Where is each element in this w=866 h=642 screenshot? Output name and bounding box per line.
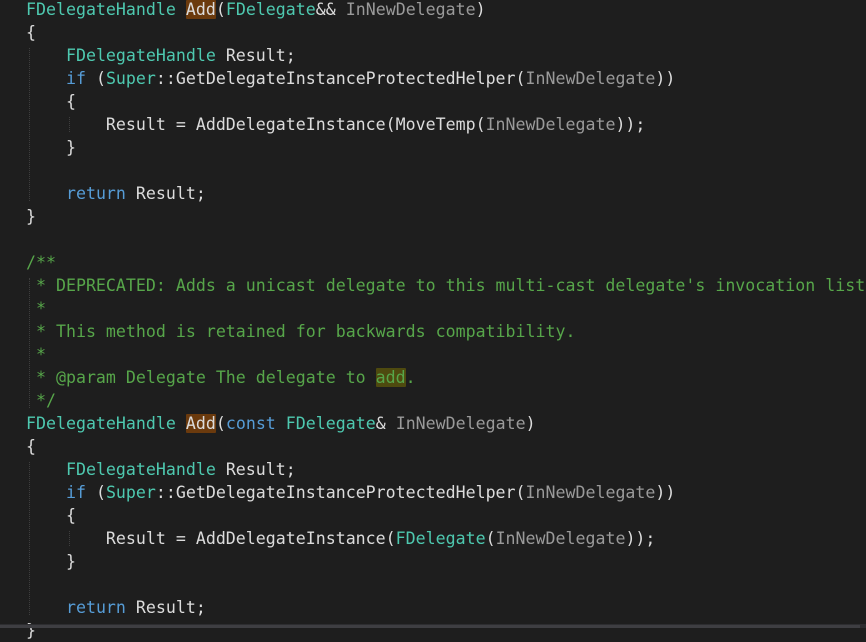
code-token: return	[65, 184, 126, 203]
code-line[interactable]: return Result;	[26, 596, 206, 619]
code-line[interactable]: Result = AddDelegateInstance(MoveTemp(In…	[26, 113, 646, 136]
code-line[interactable]: * This method is retained for backwards …	[26, 320, 575, 343]
code-line[interactable]: }	[26, 205, 36, 228]
code-line[interactable]: }	[26, 619, 36, 642]
code-line[interactable]: FDelegateHandle Add(FDelegate&& InNewDel…	[26, 0, 486, 21]
code-line[interactable]: return Result;	[26, 182, 206, 205]
code-token: ));	[625, 529, 656, 548]
code-token: .	[405, 368, 416, 387]
code-token: Super	[105, 69, 156, 88]
code-token: Result = AddDelegateInstance(	[26, 529, 396, 548]
code-token: if	[65, 483, 86, 502]
code-token: Result;	[215, 460, 296, 479]
code-line[interactable]: /**	[26, 251, 56, 274]
code-token: ))	[655, 69, 676, 88]
code-token: InNewDelegate	[485, 115, 616, 134]
code-line[interactable]: {	[26, 90, 76, 113]
indent-guide	[29, 48, 30, 201]
code-token: /**	[26, 253, 56, 272]
code-token: Add	[185, 0, 216, 19]
code-token: InNewDelegate	[395, 414, 526, 433]
code-line[interactable]: Result = AddDelegateInstance(FDelegate(I…	[26, 527, 656, 550]
code-token: Super	[105, 483, 156, 502]
code-token: InNewDelegate	[525, 69, 656, 88]
code-token: FDelegateHandle	[65, 460, 216, 479]
code-token: InNewDelegate	[525, 483, 656, 502]
code-token: Result = AddDelegateInstance(MoveTemp(	[26, 115, 486, 134]
code-token: {	[26, 92, 76, 111]
code-token: */	[26, 391, 56, 410]
code-token: ))	[655, 483, 676, 502]
code-line[interactable]: * @param Delegate The delegate to add.	[26, 366, 416, 389]
code-token: ::GetDelegateInstanceProtectedHelper(	[155, 69, 526, 88]
code-token: (	[215, 414, 226, 433]
code-token: Result;	[215, 46, 296, 65]
indent-guide	[29, 278, 30, 408]
code-token: (	[85, 483, 106, 502]
indent-guide	[69, 117, 70, 132]
code-token: FDelegateHandle	[65, 46, 216, 65]
code-token: add	[375, 368, 406, 387]
code-token: Add	[185, 414, 216, 433]
code-line[interactable]: */	[26, 389, 56, 412]
code-line[interactable]: {	[26, 504, 76, 527]
code-token: (	[215, 0, 226, 19]
code-token: FDelegate	[225, 0, 316, 19]
code-line[interactable]: * DEPRECATED: Adds a unicast delegate to…	[26, 274, 866, 297]
code-token: {	[26, 506, 76, 525]
code-token: {	[26, 23, 36, 42]
code-line[interactable]: }	[26, 550, 76, 573]
code-token: Result;	[125, 598, 206, 617]
code-token: const	[225, 414, 276, 433]
code-token: }	[26, 552, 76, 571]
code-line[interactable]: {	[26, 435, 36, 458]
code-line[interactable]: FDelegateHandle Add(const FDelegate& InN…	[26, 412, 536, 435]
indent-guide	[29, 462, 30, 615]
code-token: * @param Delegate The delegate to	[26, 368, 376, 387]
code-token: return	[65, 598, 126, 617]
code-token: {	[26, 437, 36, 456]
code-token: ));	[615, 115, 646, 134]
indent-guide	[69, 531, 70, 546]
code-token: InNewDelegate	[345, 0, 476, 19]
code-token: )	[525, 414, 536, 433]
code-line[interactable]: FDelegateHandle Result;	[26, 458, 296, 481]
code-token: InNewDelegate	[495, 529, 626, 548]
code-line[interactable]: FDelegateHandle Result;	[26, 44, 296, 67]
code-line[interactable]: if (Super::GetDelegateInstanceProtectedH…	[26, 481, 675, 504]
code-token: FDelegateHandle	[26, 414, 176, 433]
code-token: if	[65, 69, 86, 88]
code-token: )	[475, 0, 486, 19]
code-token: FDelegate	[395, 529, 486, 548]
code-token: Result;	[125, 184, 206, 203]
code-token: }	[26, 138, 76, 157]
code-token: (	[485, 529, 496, 548]
code-token: &	[375, 414, 396, 433]
code-editor[interactable]: FDelegateHandle Add(FDelegate&& InNewDel…	[0, 0, 866, 640]
code-token: * This method is retained for backwards …	[26, 322, 576, 341]
code-token: }	[26, 207, 36, 226]
code-token: * DEPRECATED: Adds a unicast delegate to…	[26, 276, 866, 295]
horizontal-scrollbar[interactable]	[0, 624, 866, 628]
code-token: &&	[315, 0, 346, 19]
code-token: (	[85, 69, 106, 88]
code-line[interactable]: {	[26, 21, 36, 44]
code-token: FDelegateHandle	[26, 0, 176, 19]
code-line[interactable]: }	[26, 136, 76, 159]
code-token: FDelegate	[285, 414, 376, 433]
code-line[interactable]: if (Super::GetDelegateInstanceProtectedH…	[26, 67, 675, 90]
code-token: ::GetDelegateInstanceProtectedHelper(	[155, 483, 526, 502]
